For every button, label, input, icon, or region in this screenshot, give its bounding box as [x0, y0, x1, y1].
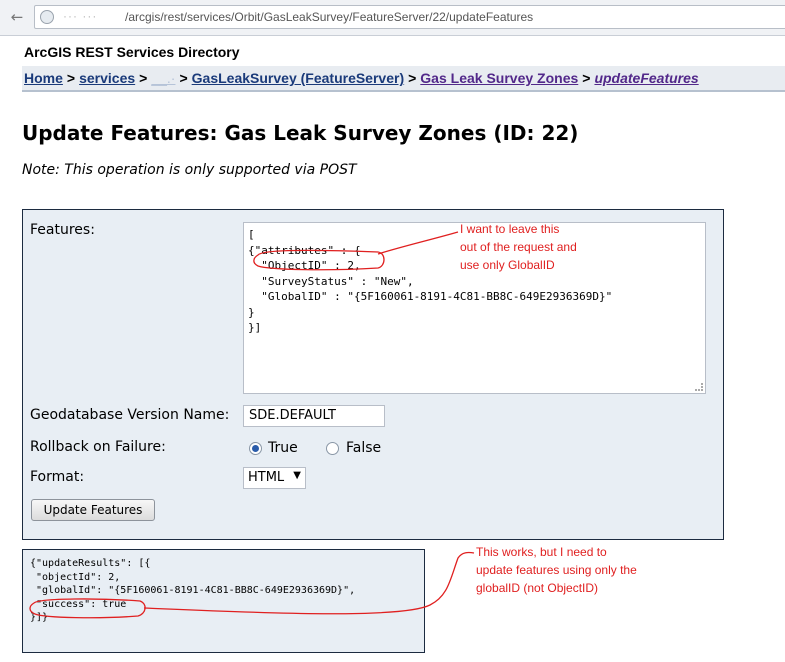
result-panel: {"updateResults": [{ "objectId": 2, "glo…: [22, 549, 425, 653]
breadcrumb-services-link[interactable]: services: [79, 70, 135, 86]
annotation-top: I want to leave this out of the request …: [460, 222, 577, 272]
url-field[interactable]: ··· ··· /arcgis/rest/services/Orbit/GasL…: [34, 5, 785, 29]
breadcrumb-trail: Home > services > __.· > GasLeakSurvey (Featur…: [24, 70, 699, 86]
breadcrumb-bar: Home > services > __.· > GasLeakSurvey (Featur…: [22, 66, 785, 92]
url-host: ··· ···: [63, 9, 98, 23]
update-features-form: Features: [ {"attributes" : { "ObjectID"…: [22, 209, 724, 540]
rollback-true-radio[interactable]: [249, 442, 262, 455]
rollback-false-radio[interactable]: [326, 442, 339, 455]
breadcrumb-separator: >: [179, 70, 188, 86]
features-label: Features:: [30, 222, 95, 238]
rollback-true-label: True: [268, 440, 298, 456]
result-json: {"updateResults": [{ "objectId": 2, "glo…: [30, 558, 356, 623]
gdb-version-input[interactable]: SDE.DEFAULT: [243, 405, 385, 427]
directory-title: ArcGIS REST Services Directory: [24, 44, 240, 60]
breadcrumb-separator: >: [408, 70, 417, 86]
resize-grip-icon[interactable]: [695, 383, 703, 391]
post-only-note: Note: This operation is only supported v…: [22, 162, 357, 178]
update-features-button[interactable]: Update Features: [31, 499, 155, 521]
url-path: /arcgis/rest/services/Orbit/GasLeakSurve…: [125, 10, 534, 24]
annotation-bottom: This works, but I need to update feature…: [476, 545, 637, 595]
globe-icon: [40, 10, 54, 24]
format-label: Format:: [30, 469, 85, 485]
breadcrumb: Home > services > __.· > GasLeakSurvey (Featur…: [22, 64, 785, 104]
gdb-version-label: Geodatabase Version Name:: [30, 407, 230, 423]
rollback-label: Rollback on Failure:: [30, 439, 166, 455]
breadcrumb-featureserver-link[interactable]: GasLeakSurvey (FeatureServer): [192, 70, 404, 86]
breadcrumb-separator: >: [139, 70, 148, 86]
breadcrumb-home-link[interactable]: Home: [24, 70, 63, 86]
rollback-false-label: False: [346, 440, 382, 456]
breadcrumb-layer-link[interactable]: Gas Leak Survey Zones: [420, 70, 578, 86]
browser-address-bar: ← ··· ··· /arcgis/rest/services/Orbit/Ga…: [0, 0, 785, 36]
dropdown-arrow-icon: ▼: [293, 470, 301, 481]
breadcrumb-separator: >: [582, 70, 591, 86]
format-select[interactable]: HTML ▼: [243, 467, 306, 489]
breadcrumb-folder-link[interactable]: __.·: [151, 70, 175, 86]
breadcrumb-separator: >: [66, 70, 76, 86]
format-selected-value: HTML: [248, 470, 285, 485]
page-title: Update Features: Gas Leak Survey Zones (…: [22, 121, 579, 145]
breadcrumb-operation-link[interactable]: updateFeatures: [594, 70, 698, 86]
back-arrow-icon[interactable]: ←: [6, 6, 28, 28]
